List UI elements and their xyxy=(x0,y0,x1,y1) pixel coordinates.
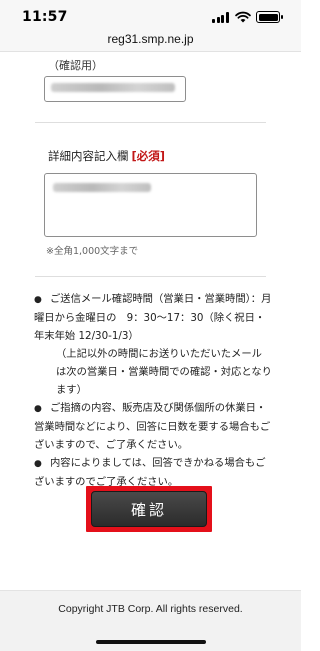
info-text: ご送信メール確認時間（営業日・営業時間）： xyxy=(50,293,262,305)
browser-address-bar[interactable]: reg31.smp.ne.jp xyxy=(0,32,301,52)
info-item-hours: ● ご送信メール確認時間（営業日・営業時間）：月曜日から金曜日の 9：30〜17：… xyxy=(34,290,272,399)
divider xyxy=(35,276,266,277)
confirm-button[interactable]: 確認 xyxy=(91,491,207,527)
info-text: ご指摘の内容、販売店及び関係個所の休業日・営業時間などにより、回答に日数を要する… xyxy=(34,402,271,451)
details-field-label: 詳細内容記入欄 [必須] xyxy=(48,148,165,164)
form-content: （確認用） 詳細内容記入欄 [必須] ※全角1,000文字まで ● ご送信メール確認… xyxy=(0,52,301,615)
details-label-text: 詳細内容記入欄 xyxy=(48,149,129,163)
redacted-value xyxy=(53,183,151,192)
redacted-value xyxy=(51,83,175,92)
status-bar: 11:57 xyxy=(0,0,301,32)
status-time: 11:57 xyxy=(22,9,68,25)
char-limit-note: ※全角1,000文字まで xyxy=(46,246,139,257)
bullet-icon: ● xyxy=(34,459,42,469)
bullet-icon: ● xyxy=(34,295,42,305)
confirm-email-input[interactable] xyxy=(44,76,186,102)
info-item-delay: ● ご指摘の内容、販売店及び関係個所の休業日・営業時間などにより、回答に日数を要す… xyxy=(34,399,272,454)
info-text: 内容によりましては、回答できかねる場合もございますのでご了承ください。 xyxy=(34,457,266,488)
home-indicator[interactable] xyxy=(96,640,206,644)
confirm-email-label: （確認用） xyxy=(48,59,103,72)
info-notes: ● ご送信メール確認時間（営業日・営業時間）：月曜日から金曜日の 9：30〜17：… xyxy=(34,290,272,491)
copyright-text: Copyright JTB Corp. All rights reserved. xyxy=(58,603,243,615)
required-badge: [必須] xyxy=(131,149,166,163)
battery-icon xyxy=(256,11,283,23)
wifi-icon xyxy=(235,11,251,23)
home-bar xyxy=(0,630,301,651)
url-text: reg31.smp.ne.jp xyxy=(107,32,194,46)
details-textarea[interactable] xyxy=(44,173,257,237)
confirm-button-highlight: 確認 xyxy=(86,486,212,532)
divider xyxy=(35,122,266,123)
signal-icon xyxy=(212,12,230,23)
info-text: （上記以外の時間にお送りいただいたメールは次の営業日・営業時間での確認・対応とな… xyxy=(56,348,272,396)
bullet-icon: ● xyxy=(34,404,42,414)
footer: Copyright JTB Corp. All rights reserved. xyxy=(0,590,301,630)
